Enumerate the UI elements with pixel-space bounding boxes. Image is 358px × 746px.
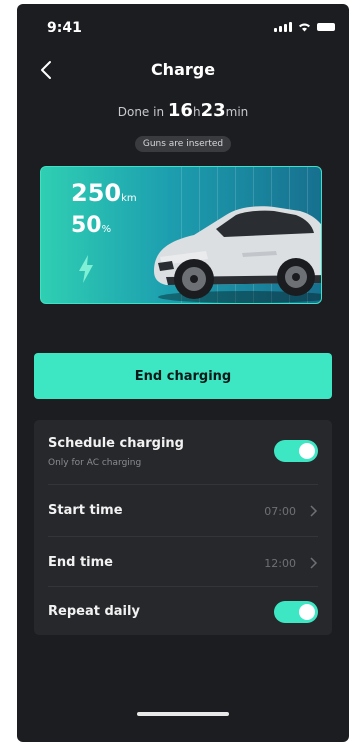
phone-screen: 9:41 Charge Done in 16h23min Guns are in…	[17, 4, 349, 742]
car-image	[154, 206, 321, 303]
battery-unit: %	[101, 224, 112, 235]
vehicle-card: 250km 50%	[40, 166, 322, 304]
start-time-label: Start time	[48, 503, 123, 518]
hours-value: 16	[167, 100, 193, 121]
end-time-row[interactable]: End time 12:00	[48, 536, 318, 587]
range-display: 250km	[71, 179, 137, 207]
repeat-daily-row: Repeat daily	[48, 586, 318, 635]
range-unit: km	[121, 193, 137, 204]
start-time-value: 07:00	[264, 505, 296, 518]
battery-value: 50	[71, 213, 102, 238]
schedule-charging-toggle[interactable]	[274, 440, 318, 462]
schedule-charging-row: Schedule charging Only for AC charging	[48, 420, 318, 485]
page-title: Charge	[150, 60, 216, 79]
battery-display: 50%	[71, 213, 111, 238]
hours-unit: h	[192, 105, 201, 119]
toggle-knob	[299, 443, 315, 459]
wifi-icon	[299, 23, 310, 32]
minutes-unit: min	[225, 105, 249, 119]
schedule-charging-label: Schedule charging	[48, 436, 184, 451]
status-time: 9:41	[47, 20, 82, 36]
gun-status-badge: Guns are inserted	[134, 136, 232, 152]
home-indicator[interactable]	[137, 712, 229, 716]
chevron-right-icon	[310, 557, 318, 569]
nav-bar: Charge	[17, 56, 349, 86]
minutes-value: 23	[200, 100, 226, 121]
toggle-knob	[299, 604, 315, 620]
repeat-daily-label: Repeat daily	[48, 604, 140, 619]
lightning-bolt-icon	[79, 255, 93, 283]
schedule-settings-panel: Schedule charging Only for AC charging S…	[34, 420, 332, 635]
end-time-label: End time	[48, 555, 113, 570]
charge-time-remaining: Done in 16h23min	[17, 100, 349, 121]
status-icons	[274, 22, 335, 32]
signal-icon	[274, 22, 292, 32]
end-charging-button[interactable]: End charging	[34, 353, 332, 399]
schedule-charging-subtitle: Only for AC charging	[48, 458, 142, 468]
start-time-row[interactable]: Start time 07:00	[48, 484, 318, 537]
end-time-value: 12:00	[264, 557, 296, 570]
repeat-daily-toggle[interactable]	[274, 601, 318, 623]
done-prefix: Done in	[117, 105, 165, 119]
battery-icon	[317, 23, 335, 31]
status-bar: 9:41	[17, 4, 349, 46]
range-value: 250	[71, 179, 122, 207]
chevron-right-icon	[310, 505, 318, 517]
